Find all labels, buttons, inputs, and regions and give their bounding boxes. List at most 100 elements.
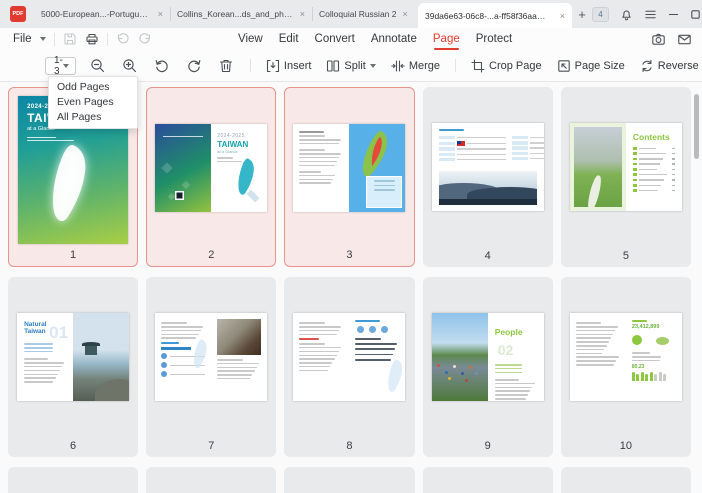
tab-document-1[interactable]: 5000-European...-Portuguese * × [34, 0, 170, 28]
page-cell-13-partial[interactable] [284, 467, 414, 493]
zoom-in-button[interactable] [122, 57, 139, 74]
wildlife-photo [217, 319, 261, 355]
page-cell-5[interactable]: Contents 5 [561, 87, 691, 267]
page-cell-11-partial[interactable] [8, 467, 138, 493]
contents-title: Contents [633, 132, 675, 142]
page-number: 2 [147, 249, 275, 261]
life-expectancy-value: 80.23 [632, 364, 676, 370]
tab-close-icon[interactable]: × [560, 11, 565, 21]
menu-edit[interactable]: Edit [279, 33, 299, 45]
print-icon[interactable] [85, 32, 99, 46]
cover-credits [27, 137, 76, 141]
screenshot-camera-icon[interactable] [651, 32, 666, 47]
save-icon[interactable] [63, 32, 77, 46]
chevron-down-icon [370, 64, 376, 68]
field-road-photo [570, 123, 626, 211]
title-bar: PDF 5000-European...-Portuguese * × Coll… [0, 0, 702, 28]
divider [107, 33, 108, 46]
main-menu-items: View Edit Convert Annotate Page Protect [238, 28, 512, 50]
tab-document-4-active[interactable]: 39da6e63-06c8-...a-ff58f36aa7ad × [418, 3, 572, 28]
tab-title: 39da6e63-06c8-...a-ff58f36aa7ad [425, 11, 548, 21]
feedback-mail-icon[interactable] [677, 32, 692, 47]
zoom-out-button[interactable] [90, 57, 107, 74]
page-size-button[interactable]: Page Size [557, 59, 625, 73]
page-cell-12-partial[interactable] [146, 467, 276, 493]
chevron-down-icon[interactable] [40, 37, 46, 41]
menu-page-active[interactable]: Page [433, 33, 460, 45]
page-8-thumbnail [293, 313, 405, 401]
tab-title: Colloquial Russian 2 [319, 9, 397, 19]
dropdown-item-all-pages[interactable]: All Pages [49, 110, 137, 125]
dropdown-item-even-pages[interactable]: Even Pages [49, 95, 137, 110]
page-cell-14-partial[interactable] [423, 467, 553, 493]
dropdown-item-odd-pages[interactable]: Odd Pages [49, 80, 137, 95]
people-icons-row [632, 372, 676, 381]
page-7-thumbnail [155, 313, 267, 401]
notification-count-badge[interactable]: 4 [592, 7, 609, 22]
redo-icon[interactable] [138, 32, 152, 46]
maximize-icon[interactable] [690, 9, 701, 20]
document-tabs: 5000-European...-Portuguese * × Collins_… [34, 0, 592, 28]
page-cell-2[interactable]: 2024-2025 TAIWAN at a Glance 2 [146, 87, 276, 267]
menu-bar: File View Edit Convert Annotate Page Pro… [0, 28, 702, 50]
page-range-value: 1-3 [54, 55, 63, 77]
page-number: 8 [284, 440, 414, 452]
merge-page-button[interactable]: Merge [391, 59, 440, 73]
coast-pavilion-photo [73, 313, 129, 401]
page-cell-10[interactable]: 23,412,899 80.23 10 [561, 277, 691, 457]
qr-code [175, 191, 184, 200]
page-3-left-art [293, 124, 349, 212]
page-cell-15-partial[interactable] [561, 467, 691, 493]
page-10-thumbnail: 23,412,899 80.23 [570, 313, 682, 401]
app-logo-pdf-icon[interactable]: PDF [10, 6, 26, 22]
divider [250, 59, 251, 72]
menu-right-icons [651, 28, 692, 50]
reverse-pages-icon [640, 59, 654, 73]
file-menu[interactable]: File [13, 33, 32, 45]
contents-page-art: Contents [626, 123, 682, 211]
tab-document-3[interactable]: Colloquial Russian 2 × [312, 0, 418, 28]
insert-page-button[interactable]: Insert [266, 59, 312, 73]
pdf-editor-window: PDF 5000-European...-Portuguese * × Coll… [0, 0, 702, 493]
crop-page-button[interactable]: Crop Page [471, 59, 542, 73]
chapter-1-title-art: Natural Taiwan 01 [17, 313, 73, 401]
menu-view[interactable]: View [238, 33, 263, 45]
menu-protect[interactable]: Protect [476, 33, 512, 45]
chapter-2-title: People [495, 327, 523, 337]
menu-convert[interactable]: Convert [315, 33, 355, 45]
divider [455, 59, 456, 72]
rotate-right-button[interactable] [186, 57, 203, 74]
page-range-dropdown: Odd Pages Even Pages All Pages [48, 76, 138, 129]
page-cell-4[interactable]: 4 [423, 87, 553, 267]
page-number: 1 [9, 249, 137, 261]
tab-close-icon[interactable]: × [158, 9, 163, 19]
page-cell-6[interactable]: Natural Taiwan 01 6 [8, 277, 138, 457]
inset-map [366, 176, 402, 208]
split-page-button[interactable]: Split [326, 59, 375, 73]
minimize-icon[interactable] [668, 9, 679, 20]
bell-icon[interactable] [620, 8, 633, 21]
tab-document-2[interactable]: Collins_Korean...ds_and_phrases × [170, 0, 312, 28]
tab-close-icon[interactable]: × [403, 9, 408, 19]
page-cell-9[interactable]: People 02 9 [423, 277, 553, 457]
page-cell-8[interactable]: 8 [284, 277, 414, 457]
scrollbar-thumb[interactable] [694, 94, 699, 159]
rotate-left-button[interactable] [154, 57, 171, 74]
title-page-title: TAIWAN [217, 140, 261, 149]
new-tab-button[interactable]: + [572, 0, 592, 28]
reverse-pages-button[interactable]: Reverse Pages [640, 59, 702, 73]
page-10-left-art [570, 313, 626, 401]
page-8-right-art [349, 313, 405, 401]
people-crowd-photo [432, 313, 488, 401]
page-range-combobox[interactable]: 1-3 [45, 57, 76, 75]
delete-page-button[interactable] [218, 57, 235, 74]
taiwan-island-silhouette [50, 144, 92, 228]
undo-icon[interactable] [116, 32, 130, 46]
menu-annotate[interactable]: Annotate [371, 33, 417, 45]
chevron-down-icon [63, 64, 69, 68]
hamburger-menu-icon[interactable] [644, 8, 657, 21]
page-5-thumbnail: Contents [570, 123, 682, 211]
page-cell-3[interactable]: 3 [284, 87, 414, 267]
tab-close-icon[interactable]: × [300, 9, 305, 19]
page-cell-7[interactable]: 7 [146, 277, 276, 457]
